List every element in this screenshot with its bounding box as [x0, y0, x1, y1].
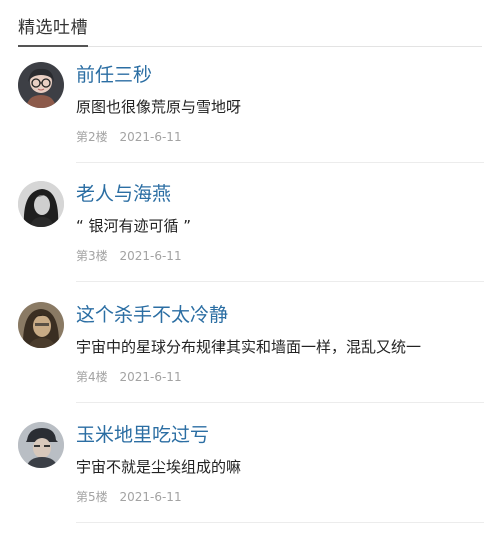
- comment-divider: [76, 162, 484, 163]
- comment-username[interactable]: 这个杀手不太冷静: [76, 302, 228, 328]
- comment-meta: 第5楼 2021-6-11: [76, 488, 182, 506]
- comment-date: 2021-6-11: [119, 490, 182, 504]
- avatar-cartoon-girl-glasses-icon[interactable]: [18, 62, 64, 108]
- comment-text: 原图也很像荒原与雪地呀: [76, 98, 242, 116]
- comment-username[interactable]: 老人与海燕: [76, 181, 171, 207]
- comment-item: 老人与海燕 “ 银河有迹可循 ” 第3楼 2021-6-11: [0, 181, 500, 302]
- comment-date: 2021-6-11: [119, 370, 182, 384]
- comment-divider: [76, 522, 484, 523]
- comment-date: 2021-6-11: [119, 249, 182, 263]
- comment-text: “ 银河有迹可循 ”: [76, 217, 192, 235]
- comment-username[interactable]: 玉米地里吃过亏: [76, 422, 209, 448]
- avatar-sepia-portrait-icon[interactable]: [18, 302, 64, 348]
- avatar-dark-hair-portrait-icon[interactable]: [18, 181, 64, 227]
- comment-divider: [76, 402, 484, 403]
- floor-number: 第4楼: [76, 370, 108, 384]
- comment-date: 2021-6-11: [119, 130, 182, 144]
- floor-number: 第3楼: [76, 249, 108, 263]
- comment-text: 宇宙中的星球分布规律其实和墙面一样，混乱又统一: [76, 338, 422, 356]
- comment-item: 玉米地里吃过亏 宇宙不就是尘埃组成的嘛 第5楼 2021-6-11: [0, 422, 500, 543]
- comment-username[interactable]: 前任三秒: [76, 62, 152, 88]
- section-title: 精选吐槽: [18, 14, 88, 47]
- comment-meta: 第2楼 2021-6-11: [76, 128, 182, 146]
- floor-number: 第2楼: [76, 130, 108, 144]
- comment-meta: 第3楼 2021-6-11: [76, 247, 182, 265]
- section-header: 精选吐槽: [18, 14, 482, 47]
- comment-divider: [76, 281, 484, 282]
- comment-meta: 第4楼 2021-6-11: [76, 368, 182, 386]
- comment-item: 前任三秒 原图也很像荒原与雪地呀 第2楼 2021-6-11: [0, 62, 500, 183]
- floor-number: 第5楼: [76, 490, 108, 504]
- comment-text: 宇宙不就是尘埃组成的嘛: [76, 458, 242, 476]
- avatar-cap-boy-icon[interactable]: [18, 422, 64, 468]
- comment-item: 这个杀手不太冷静 宇宙中的星球分布规律其实和墙面一样，混乱又统一 第4楼 202…: [0, 302, 500, 423]
